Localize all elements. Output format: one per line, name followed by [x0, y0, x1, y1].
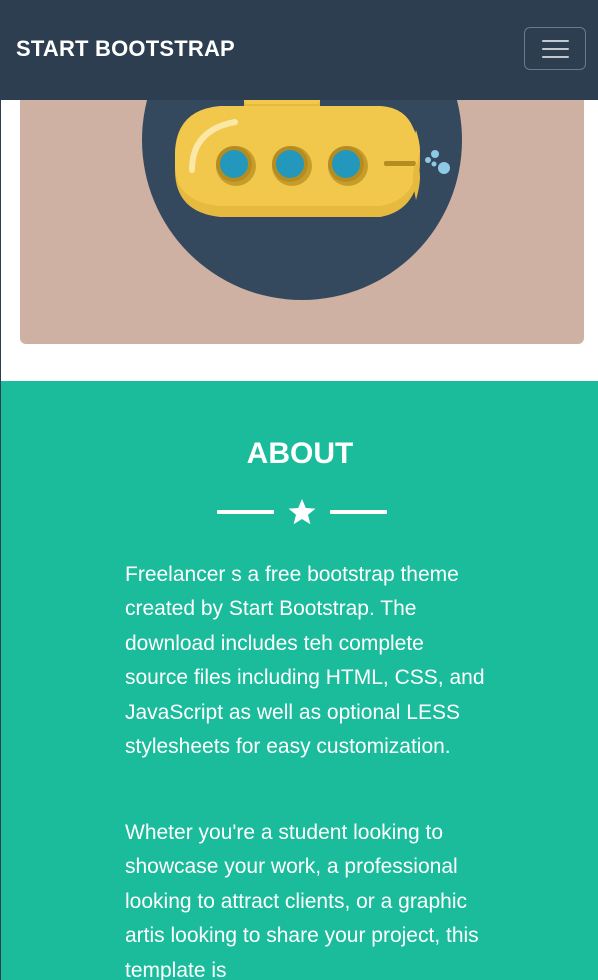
star-icon — [288, 499, 316, 525]
bubble — [431, 161, 437, 167]
navbar-toggle-button[interactable] — [524, 27, 586, 70]
about-title: ABOUT — [246, 437, 354, 470]
submarine-illustration — [142, 60, 462, 300]
propeller-shaft — [384, 161, 416, 166]
page: START BOOTSTRAP ABOUT Freelancer s a fre… — [0, 0, 598, 980]
navbar-brand[interactable]: START BOOTSTRAP — [16, 36, 235, 62]
bubble — [438, 162, 450, 174]
about-paragraph: Freelancer s a free bootstrap theme crea… — [125, 563, 485, 759]
divider-line — [330, 510, 387, 514]
porthole — [328, 146, 368, 186]
porthole — [272, 146, 312, 186]
navbar: START BOOTSTRAP — [1, 0, 598, 100]
hamburger-menu-icon — [542, 40, 569, 42]
bubble — [425, 157, 431, 163]
bubble — [431, 150, 439, 158]
porthole — [216, 146, 256, 186]
hamburger-menu-icon — [542, 48, 569, 50]
hamburger-menu-icon — [542, 56, 569, 58]
divider — [217, 498, 387, 528]
divider-line — [217, 510, 274, 514]
about-paragraph: Wheter you're a student looking to showc… — [125, 821, 479, 980]
portfolio-item[interactable] — [20, 60, 584, 344]
about-section: ABOUT Freelancer s a free bootstrap them… — [1, 381, 598, 980]
